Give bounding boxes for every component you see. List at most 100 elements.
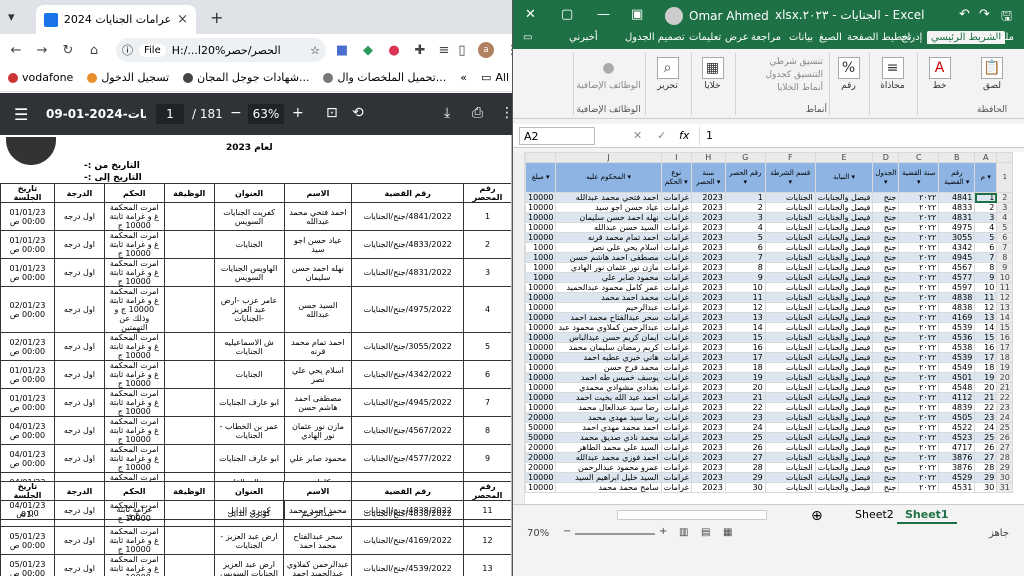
cell[interactable]: فيصل والجنايات: [814, 372, 874, 383]
cell[interactable]: ٢٠٢٢: [898, 382, 940, 393]
cell[interactable]: ٢٠٢٢: [898, 412, 940, 423]
formula-input[interactable]: 1: [699, 127, 1019, 145]
cell[interactable]: اسلام يحي علي نصر: [555, 242, 662, 253]
tab-data[interactable]: بيانات: [789, 32, 813, 43]
row-number[interactable]: 23: [996, 402, 1014, 413]
cell[interactable]: 10000: [524, 232, 557, 243]
cell[interactable]: جنح: [872, 252, 900, 263]
row-number[interactable]: 21: [996, 382, 1014, 393]
cell[interactable]: 10000: [524, 472, 557, 483]
new-tab-button[interactable]: +: [210, 10, 223, 26]
cell[interactable]: 3876: [938, 462, 976, 473]
cell[interactable]: محمد احمد محمد: [555, 292, 662, 303]
table-row[interactable]: 20000 رضا سيد مهدي محمد غرامات 2023 23 الجناي…: [513, 412, 1014, 423]
cell[interactable]: جنح: [872, 422, 900, 433]
cell[interactable]: جنح: [872, 332, 900, 343]
cell[interactable]: 19: [724, 372, 766, 383]
row-number[interactable]: 13: [996, 302, 1014, 313]
cell[interactable]: 28: [974, 462, 998, 473]
cell[interactable]: عياد حسن اجو سيد: [555, 202, 662, 213]
cell[interactable]: جنح: [872, 472, 900, 483]
cell[interactable]: 4548: [938, 382, 976, 393]
cell[interactable]: فيصل والجنايات: [814, 472, 874, 483]
row-number[interactable]: 2: [996, 192, 1014, 203]
table-row[interactable]: 1000 مصطفى احمد هاشم حسن غرامات 2023 7 الجناي…: [513, 252, 1014, 263]
cell[interactable]: غرامات: [660, 242, 692, 253]
cell[interactable]: غرامات: [660, 222, 692, 233]
cell[interactable]: ٢٠٢٢: [898, 482, 940, 493]
cell[interactable]: 2023: [690, 212, 726, 223]
cell[interactable]: 2023: [690, 442, 726, 453]
close-tab-icon[interactable]: ×: [177, 12, 188, 27]
horizontal-scrollbar[interactable]: [617, 510, 767, 520]
cell[interactable]: ايمان كريم حسن عبدالباس: [555, 332, 662, 343]
cell[interactable]: 4536: [938, 332, 976, 343]
add-sheet-icon[interactable]: ⊕: [803, 507, 831, 525]
row-number[interactable]: 28: [996, 452, 1014, 463]
cell[interactable]: بغدادي مشوادي محمدي: [555, 382, 662, 393]
cell[interactable]: 23: [974, 412, 998, 423]
cell[interactable]: غرامات: [660, 202, 692, 213]
cell[interactable]: جنح: [872, 432, 900, 443]
table-row[interactable]: 20000 احمد فوزي محمد عبدالله غرامات 2023 27 ا…: [513, 452, 1014, 463]
table-header[interactable]: المحكوم عليه ▾: [555, 162, 662, 193]
cell[interactable]: الجنايات: [764, 382, 816, 393]
cell[interactable]: غرامات: [660, 372, 692, 383]
cell[interactable]: 4597: [938, 282, 976, 293]
cell[interactable]: 4833: [938, 202, 976, 213]
cell[interactable]: 17: [974, 352, 998, 363]
cell[interactable]: ٢٠٢٢: [898, 282, 940, 293]
extensions-puzzle-icon[interactable]: ✚: [412, 42, 428, 58]
cell[interactable]: 15: [724, 332, 766, 343]
row-number[interactable]: 7: [996, 242, 1014, 253]
cell[interactable]: مصطفى احمد هاشم حسن: [555, 252, 662, 263]
cell[interactable]: 6: [724, 242, 766, 253]
back-icon[interactable]: ←: [8, 42, 24, 58]
cell[interactable]: 5: [974, 232, 998, 243]
cell[interactable]: 13: [974, 312, 998, 323]
table-row[interactable]: 10000 السيد حسن عبدالله غرامات 2023 4 الجنايا…: [513, 222, 1014, 233]
addins-icon[interactable]: ●: [598, 57, 620, 79]
table-header[interactable]: قسم الشرطة ▾: [764, 162, 816, 193]
cell[interactable]: الجنايات: [764, 442, 816, 453]
cell[interactable]: 10000: [524, 292, 557, 303]
bookmark-item[interactable]: تحميل الملخصات وال...: [323, 71, 446, 84]
table-header[interactable]: رقم القضية ▾: [938, 162, 976, 193]
table-header[interactable]: مبلغ ▾: [524, 162, 557, 193]
cell[interactable]: 3: [974, 212, 998, 223]
cell[interactable]: 1000: [524, 252, 557, 263]
table-row[interactable]: 10000 محمد احمد محمد غرامات 2023 11 الجنايات ف…: [513, 292, 1014, 303]
table-header[interactable]: النيابة ▾: [814, 162, 874, 193]
cell[interactable]: جنح: [872, 482, 900, 493]
cell[interactable]: 10000: [524, 482, 557, 493]
cell[interactable]: الجنايات: [764, 272, 816, 283]
tab-view[interactable]: عرض: [725, 32, 749, 43]
cell[interactable]: 4549: [938, 362, 976, 373]
cell[interactable]: 12: [724, 302, 766, 313]
table-row[interactable]: 10000 رضا سيد عبدالعال محمد غرامات 2023 22 ال…: [513, 402, 1014, 413]
cell[interactable]: 4501: [938, 372, 976, 383]
cell[interactable]: الجنايات: [764, 362, 816, 373]
cell[interactable]: 30: [974, 482, 998, 493]
cell[interactable]: 3055: [938, 232, 976, 243]
row-number[interactable]: 14: [996, 312, 1014, 323]
feedback-icon[interactable]: ▭: [523, 32, 532, 43]
cell[interactable]: 4567: [938, 262, 976, 273]
table-header[interactable]: م ▾: [974, 162, 998, 193]
cell[interactable]: فيصل والجنايات: [814, 272, 874, 283]
table-row[interactable]: 10000 بغدادي مشوادي محمدي غرامات 2023 20 الجن…: [513, 382, 1014, 393]
cell[interactable]: الجنايات: [764, 392, 816, 403]
cell[interactable]: جنح: [872, 212, 900, 223]
cell[interactable]: جنح: [872, 442, 900, 453]
row-number[interactable]: 25: [996, 422, 1014, 433]
cell[interactable]: 10000: [524, 312, 557, 323]
cell[interactable]: فيصل والجنايات: [814, 412, 874, 423]
zoom-slider[interactable]: [575, 533, 655, 535]
cell[interactable]: فيصل والجنايات: [814, 362, 874, 373]
table-row[interactable]: 1000 اسلام يحي علي نصر غرامات 2023 6 الجنايات…: [513, 242, 1014, 253]
cell[interactable]: 2023: [690, 322, 726, 333]
cell[interactable]: 4831: [938, 212, 976, 223]
cell[interactable]: جنح: [872, 412, 900, 423]
cell[interactable]: الجنايات: [764, 472, 816, 483]
cell[interactable]: 19: [974, 372, 998, 383]
